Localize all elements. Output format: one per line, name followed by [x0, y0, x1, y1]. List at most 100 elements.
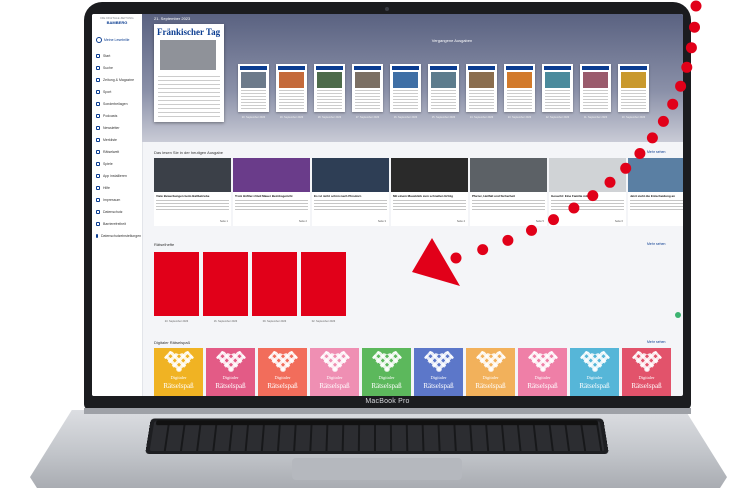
article-card[interactable]: Gesucht: Eine Familie mit Leben Seite 6	[549, 158, 626, 226]
sidebar-item-label: Spiele	[103, 162, 113, 166]
tile-line1: Digitaler	[534, 375, 551, 380]
sidebar-item[interactable]: Podcasts	[96, 112, 138, 120]
previous-edition-thumbnail[interactable]: 11. September 2023	[580, 64, 611, 119]
puzzle-tile[interactable]: Digitaler Rätselspaß	[570, 348, 619, 396]
tile-line2: Rätselspaß	[163, 382, 194, 390]
sidebar-item[interactable]: Datenschutzeinstellungen	[96, 232, 142, 240]
articles-section-title: Das lesen Sie in der heutigen Ausgabe	[154, 150, 223, 155]
articles-more-link[interactable]: Mehr sehen	[647, 150, 665, 154]
previous-edition-thumbnail[interactable]: 12. September 2023	[542, 64, 573, 119]
articles-list: Viele Bewerbungen beim Ballbetriebe Seite…	[154, 158, 683, 226]
sidebar-item-icon	[96, 102, 100, 106]
thumbnail-text	[355, 90, 380, 109]
article-title: Jetzt steht die Entscheidung an	[630, 194, 676, 198]
thumbnail-photo	[583, 72, 608, 88]
tiles-more-link[interactable]: Mehr sehen	[647, 340, 665, 344]
article-card[interactable]: Mit einem Mausklick zum schnellen Erfolg…	[391, 158, 468, 226]
previous-edition-thumbnail[interactable]: 10. September 2023	[618, 64, 649, 119]
sidebar-item[interactable]: App installieren	[96, 172, 138, 180]
previous-edition-thumbnail[interactable]: 16. September 2023	[390, 64, 421, 119]
previous-edition-thumbnail[interactable]: 15. September 2023	[428, 64, 459, 119]
puzzle-tile[interactable]: Digitaler Rätselspaß	[310, 348, 359, 396]
sidebar-item[interactable]: Impressum	[96, 196, 138, 204]
sidebar-item[interactable]: Datenschutz	[96, 208, 138, 216]
sidebar-item[interactable]: Sonderbeilagen	[96, 100, 138, 108]
thumbnail-date: 10. September 2023	[621, 116, 646, 119]
article-card[interactable]: Pfarrer, Heilfalt und Sicherheit Seite 5	[470, 158, 547, 226]
article-card[interactable]: Es ist nicht schön nach Pinsdorn Seite 3	[312, 158, 389, 226]
sidebar-item-icon	[96, 126, 100, 130]
tile-line1: Digitaler	[378, 375, 395, 380]
sidebar-item-label: Impressum	[103, 198, 121, 202]
sidebar-item[interactable]: Zeitung & Magazine	[96, 76, 138, 84]
previous-edition-thumbnail[interactable]: 17. September 2023	[352, 64, 383, 119]
sidebar-item[interactable]: Suche	[96, 64, 138, 72]
previous-editions-title: Vergangene Ausgaben	[431, 38, 473, 43]
sidebar-item[interactable]: Newsletter	[96, 124, 138, 132]
article-teaser	[551, 200, 624, 212]
article-page-link[interactable]: Seite 3	[378, 220, 386, 223]
puzzle-booklet-cover[interactable]: 16. September 2023	[203, 252, 248, 323]
sidebar-item[interactable]: Spiele	[96, 160, 138, 168]
puzzles-more-link[interactable]: Mehr sehen	[647, 242, 665, 246]
tile-line2: Rätselspaß	[319, 382, 350, 390]
thumbnail-text	[583, 90, 608, 109]
article-page-link[interactable]: Seite 2	[299, 220, 307, 223]
sidebar-item-label: Datenschutzeinstellungen	[101, 234, 142, 238]
previous-edition-thumbnail[interactable]: 19. September 2023	[276, 64, 307, 119]
thumbnail-date: 17. September 2023	[355, 116, 380, 119]
current-edition-frontpage[interactable]: Fränkischer Tag	[154, 24, 224, 122]
article-photo	[233, 158, 310, 192]
puzzle-booklet-cover[interactable]: 23. September 2023	[154, 252, 199, 323]
article-card[interactable]: Jetzt steht die Entscheidung anSeite 7	[628, 158, 683, 226]
previous-edition-thumbnail[interactable]: 18. September 2023	[314, 64, 345, 119]
puzzle-tile[interactable]: Digitaler Rätselspaß	[414, 348, 463, 396]
puzzle-tile[interactable]: Digitaler Rätselspaß	[466, 348, 515, 396]
article-page-link[interactable]: Seite 1	[220, 220, 228, 223]
puzzle-tile[interactable]: Digitaler Rätselspaß	[518, 348, 567, 396]
puzzle-tile[interactable]: Digitaler Rätselspaß	[622, 348, 671, 396]
article-page-link[interactable]: Seite 5	[536, 220, 544, 223]
sidebar-item-label: Podcasts	[103, 114, 118, 118]
feedback-button[interactable]	[675, 312, 681, 318]
heart-pattern-icon	[268, 351, 298, 373]
frontpage-text	[158, 76, 220, 118]
thumbnail-photo	[355, 72, 380, 88]
sidebar-item-icon	[96, 90, 100, 94]
sidebar-item[interactable]: Start	[96, 52, 138, 60]
sidebar-item-label: Sonderbeilagen	[103, 102, 128, 106]
previous-edition-thumbnail[interactable]: 20. September 2023	[238, 64, 269, 119]
previous-edition-thumbnail[interactable]: 14. September 2023	[466, 64, 497, 119]
sidebar-item[interactable]: Rätselwelt	[96, 148, 138, 156]
previous-edition-thumbnail[interactable]: 13. September 2023	[504, 64, 535, 119]
thumbnail-date: 15. September 2023	[431, 116, 456, 119]
sidebar-item-icon	[96, 222, 100, 226]
article-teaser	[630, 200, 683, 212]
article-card[interactable]: Viele Bewerbungen beim Ballbetriebe Seite…	[154, 158, 231, 226]
sidebar-item[interactable]: Sport	[96, 88, 138, 96]
puzzle-tile[interactable]: Digitaler Rätselspaß	[154, 348, 203, 396]
article-page-link[interactable]: Seite 6	[615, 220, 623, 223]
sidebar-item[interactable]: Merkliste	[96, 136, 138, 144]
sidebar-item[interactable]: Hilfe	[96, 184, 138, 192]
thumbnail-date: 11. September 2023	[583, 116, 608, 119]
sidebar-item-icon	[96, 150, 100, 154]
sidebar-item-label: Datenschutz	[103, 210, 123, 214]
user-label: Meine Lesebrille	[104, 38, 130, 42]
frontpage-photo	[160, 40, 216, 70]
user-profile-button[interactable]: Meine Lesebrille	[96, 36, 138, 44]
thumbnail-text	[507, 90, 532, 109]
puzzle-booklet-cover[interactable]: 09. September 2023	[252, 252, 297, 323]
tile-line2: Rätselspaß	[475, 382, 506, 390]
puzzles-section-title: Rätselhefte	[154, 242, 175, 247]
puzzle-tile[interactable]: Digitaler Rätselspaß	[362, 348, 411, 396]
article-card[interactable]: Trotz Höftler-Urteil Mauer Bezirksgerich…	[233, 158, 310, 226]
puzzle-tile[interactable]: Digitaler Rätselspaß	[206, 348, 255, 396]
article-page-link[interactable]: Seite 4	[457, 220, 465, 223]
sidebar-item[interactable]: Barrierefreiheit	[96, 220, 138, 228]
puzzle-tile[interactable]: Digitaler Rätselspaß	[258, 348, 307, 396]
puzzle-booklet-cover[interactable]: 02. September 2023	[301, 252, 346, 323]
thumbnail-photo	[545, 72, 570, 88]
article-title: Mit einem Mausklick zum schnellen Erfolg	[393, 194, 454, 198]
sidebar-item-label: Barrierefreiheit	[103, 222, 126, 226]
